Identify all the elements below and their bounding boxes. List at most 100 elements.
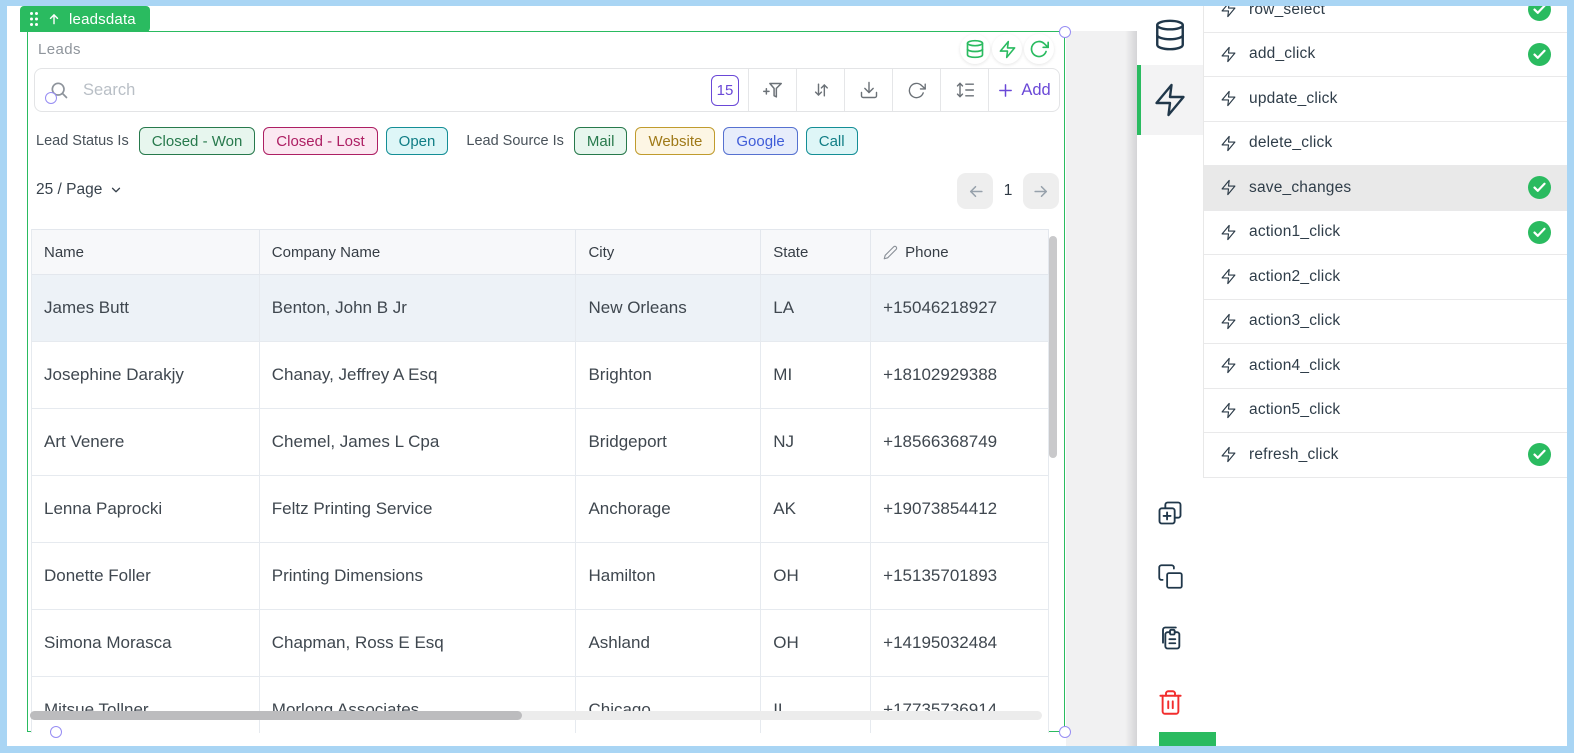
row-height-button[interactable] (941, 69, 988, 111)
event-item[interactable]: action5_click (1204, 389, 1567, 434)
event-item[interactable]: action1_click (1204, 211, 1567, 256)
event-item[interactable]: row_select (1204, 6, 1567, 33)
event-item[interactable]: add_click (1204, 33, 1567, 78)
table-cell: Anchorage (576, 476, 761, 542)
table-cell: Simona Morasca (32, 610, 260, 676)
table-cell: Josephine Darakjy (32, 342, 260, 408)
resize-handle-bottom-left[interactable] (50, 726, 62, 738)
table-row[interactable]: Josephine DarakjyChanay, Jeffrey A EsqBr… (32, 342, 1049, 409)
widget-name-tag[interactable]: leadsdata (20, 6, 150, 32)
table-row[interactable]: Simona MorascaChapman, Ross E EsqAshland… (32, 610, 1049, 677)
connect-data-button[interactable] (960, 34, 990, 64)
event-name: add_click (1249, 45, 1315, 63)
arrow-left-icon (966, 182, 985, 201)
filter-button[interactable] (749, 69, 796, 111)
select-parent-icon[interactable] (47, 12, 61, 26)
editable-pencil-icon (883, 245, 898, 260)
paste-button[interactable] (1137, 610, 1203, 666)
table-cell: Art Venere (32, 409, 260, 475)
table-cell: Chicago (576, 677, 761, 733)
bolt-icon (1220, 268, 1237, 285)
resize-handle-left[interactable] (45, 92, 57, 104)
table-cell: Chapman, Ross E Esq (260, 610, 577, 676)
column-header[interactable]: Name (32, 230, 260, 274)
table-cell: Lenna Paprocki (32, 476, 260, 542)
table-row[interactable]: James ButtBenton, John B JrNew OrleansLA… (32, 275, 1049, 342)
page-size-label: 25 / Page (36, 181, 102, 199)
horizontal-scroll-thumb[interactable] (30, 711, 522, 720)
filter-group-label: Lead Status Is (36, 133, 129, 149)
plus-icon (997, 82, 1014, 99)
event-item[interactable]: update_click (1204, 77, 1567, 122)
table-cell: +14195032484 (871, 610, 1049, 676)
copy-button[interactable] (1137, 548, 1203, 604)
side-rail (1137, 6, 1203, 746)
table-toolbar: 15 Add (34, 68, 1060, 112)
download-button[interactable] (845, 69, 892, 111)
bind-event-button[interactable] (992, 34, 1022, 64)
data-table: NameCompany NameCityStatePhone James But… (31, 229, 1049, 733)
table-cell: IL (761, 677, 871, 733)
filter-chip[interactable]: Website (635, 127, 715, 155)
table-row[interactable]: Mitsue TollnerMorlong AssociatesChicagoI… (32, 677, 1049, 733)
table-cell: OH (761, 610, 871, 676)
event-name: save_changes (1249, 179, 1351, 197)
filter-chip[interactable]: Open (386, 127, 449, 155)
table-cell: OH (761, 543, 871, 609)
rail-events-tab[interactable] (1137, 65, 1203, 135)
bolt-icon (1220, 46, 1237, 63)
event-item[interactable]: action4_click (1204, 344, 1567, 389)
table-cell: LA (761, 275, 871, 341)
refresh-widget-button[interactable] (1024, 34, 1054, 64)
search-input[interactable] (69, 81, 702, 100)
add-row-button[interactable]: Add (989, 69, 1059, 111)
table-cell: NJ (761, 409, 871, 475)
event-name: action1_click (1249, 223, 1340, 241)
next-page-button[interactable] (1023, 173, 1059, 209)
table-cell: MI (761, 342, 871, 408)
filter-chip-bar: Lead Status Is Closed - WonClosed - Lost O… (36, 124, 858, 158)
delete-widget-button[interactable] (1137, 674, 1203, 730)
table-row[interactable]: Art VenereChemel, James L CpaBridgeportN… (32, 409, 1049, 476)
filter-chip[interactable]: Call (806, 127, 858, 155)
current-page-number[interactable]: 1 (993, 182, 1023, 200)
column-header[interactable]: Company Name (260, 230, 577, 274)
filter-chip[interactable]: Closed - Lost (263, 127, 377, 155)
column-header[interactable]: State (761, 230, 871, 274)
table-vertical-scrollbar[interactable] (1049, 236, 1057, 458)
event-item[interactable]: save_changes (1204, 166, 1567, 211)
filter-group-label: Lead Source Is (466, 133, 564, 149)
event-item[interactable]: refresh_click (1204, 433, 1567, 478)
table-row[interactable]: Lenna PaprockiFeltz Printing ServiceAnch… (32, 476, 1049, 543)
page-size-select[interactable]: 25 / Page (36, 181, 123, 199)
table-cell: Benton, John B Jr (260, 275, 577, 341)
filter-chip[interactable]: Closed - Won (139, 127, 256, 155)
resize-handle-top-right[interactable] (1059, 26, 1071, 38)
database-icon (1153, 18, 1187, 52)
bolt-icon (1220, 6, 1237, 18)
resize-handle-bottom-right[interactable] (1059, 726, 1071, 738)
add-widget-button[interactable] (1137, 485, 1203, 541)
table-horizontal-scrollbar[interactable] (30, 711, 1042, 720)
rail-data-tab[interactable] (1137, 7, 1203, 63)
event-item[interactable]: delete_click (1204, 122, 1567, 167)
column-header[interactable]: Phone (871, 230, 1049, 274)
filter-chip[interactable]: Mail (574, 127, 628, 155)
event-item[interactable]: action2_click (1204, 255, 1567, 300)
leads-table-widget[interactable]: Leads 15 (27, 31, 1065, 732)
previous-page-button[interactable] (957, 173, 993, 209)
event-item[interactable]: action3_click (1204, 300, 1567, 345)
table-cell: Brighton (576, 342, 761, 408)
sort-button[interactable] (797, 69, 844, 111)
table-row[interactable]: Donette FollerPrinting DimensionsHamilto… (32, 543, 1049, 610)
table-cell: James Butt (32, 275, 260, 341)
duplicate-add-icon (1156, 499, 1184, 527)
filter-chip[interactable]: Google (723, 127, 797, 155)
column-header[interactable]: City (576, 230, 761, 274)
refresh-table-button[interactable] (893, 69, 940, 111)
table-cell: Ashland (576, 610, 761, 676)
table-cell: Morlong Associates (260, 677, 577, 733)
event-name: refresh_click (1249, 446, 1339, 464)
page-size-badge[interactable]: 15 (711, 75, 739, 106)
drag-handle-icon[interactable] (29, 11, 39, 27)
